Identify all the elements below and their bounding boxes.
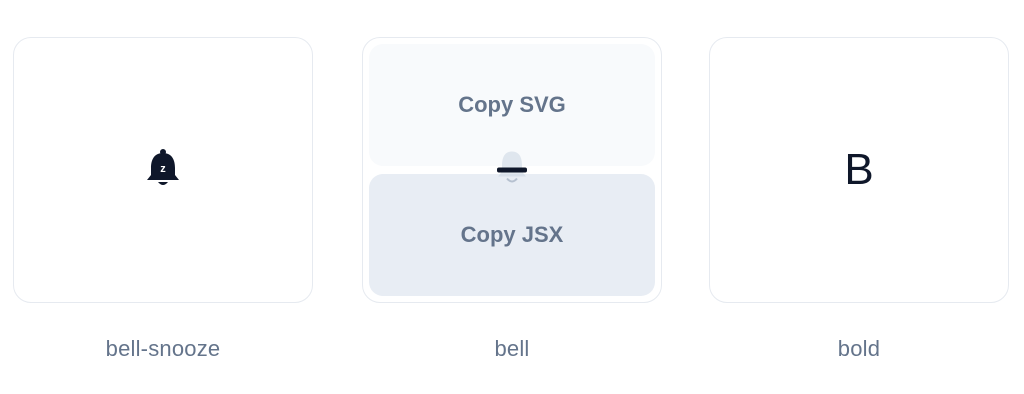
copy-svg-button[interactable]: Copy SVG — [369, 44, 655, 166]
icon-tile-bold[interactable]: B bold — [709, 37, 1009, 362]
icon-tile-bell-snooze[interactable]: z bell-snooze — [13, 37, 313, 362]
icon-card[interactable]: Copy SVG Copy JSX — [362, 37, 662, 303]
icon-label: bold — [837, 336, 881, 361]
icon-grid: z bell-snooze Copy SVG Copy JSX bell B b… — [0, 0, 1024, 394]
bold-icon: B — [844, 145, 874, 194]
bell-snooze-icon: z — [145, 148, 181, 193]
icon-label: bell-snooze — [105, 336, 221, 361]
icon-tile-bell[interactable]: Copy SVG Copy JSX bell — [362, 37, 662, 362]
icon-label: bell — [494, 336, 530, 361]
icon-card[interactable]: z — [13, 37, 313, 303]
copy-jsx-button[interactable]: Copy JSX — [369, 174, 655, 296]
icon-card[interactable]: B — [709, 37, 1009, 303]
svg-text:z: z — [160, 163, 166, 175]
bell-icon — [495, 150, 529, 191]
